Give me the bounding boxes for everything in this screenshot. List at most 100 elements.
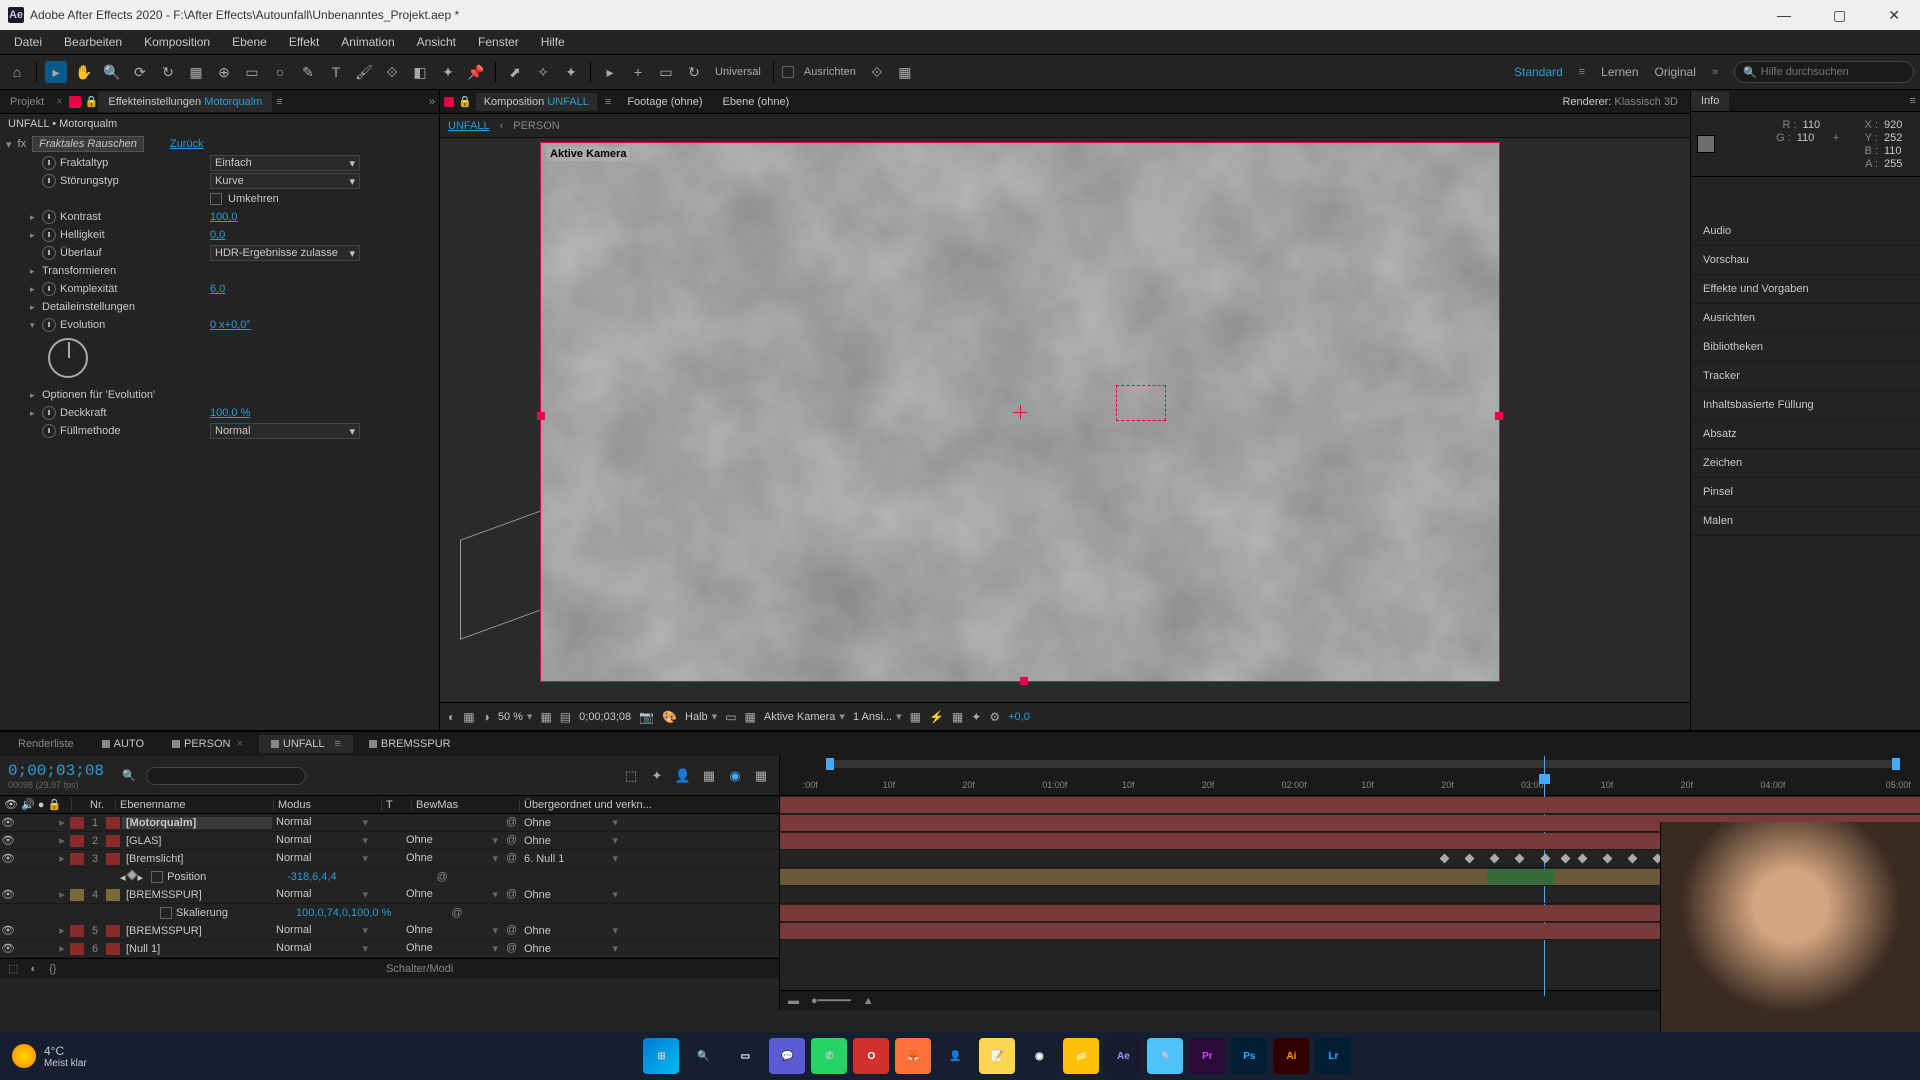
menu-komposition[interactable]: Komposition xyxy=(134,32,220,52)
track-matte-dropdown[interactable]: Ohne ▾ xyxy=(402,834,502,847)
zoom-in-icon[interactable]: ▲ xyxy=(863,995,874,1007)
parent-dropdown[interactable]: @Ohne ▾ xyxy=(502,888,622,902)
label-color[interactable] xyxy=(70,817,84,829)
fx-enable-icon[interactable]: fx xyxy=(18,138,27,150)
tab-ebene[interactable]: Ebene (ohne) xyxy=(715,93,798,111)
pin-icon[interactable] xyxy=(69,96,81,108)
guide-icon[interactable]: ▤ xyxy=(560,710,571,724)
twirl-icon[interactable]: ▸ xyxy=(30,284,42,295)
task-view-button[interactable]: ▭ xyxy=(727,1038,763,1074)
workspace-original[interactable]: Original xyxy=(1655,65,1696,79)
toggle-modes-icon[interactable]: ◐ xyxy=(30,963,37,975)
switch-modes-label[interactable]: Schalter/Modi xyxy=(386,963,453,975)
camera-tool[interactable]: ▦ xyxy=(185,61,207,83)
blend-mode-dropdown[interactable]: Normal ▾ xyxy=(272,924,372,937)
menu-hilfe[interactable]: Hilfe xyxy=(531,32,575,52)
twirl-icon[interactable]: ▸ xyxy=(56,942,68,955)
layer-row[interactable]: 👁 ▸ 5 [BREMSSPUR] Normal ▾ Ohne ▾ @Ohne … xyxy=(0,922,779,940)
timeline-icon[interactable]: ▦ xyxy=(952,710,963,724)
menu-animation[interactable]: Animation xyxy=(331,32,404,52)
menu-datei[interactable]: Datei xyxy=(4,32,52,52)
menu-fenster[interactable]: Fenster xyxy=(468,32,529,52)
panel-ausrichten[interactable]: Ausrichten xyxy=(1691,304,1920,333)
helligkeit-value[interactable]: 0,0 xyxy=(210,229,225,241)
orbit-tool[interactable]: ⟳ xyxy=(129,61,151,83)
snap-checkbox[interactable] xyxy=(782,66,794,78)
position-value[interactable]: -318,6,4,4 xyxy=(287,871,337,883)
label-color[interactable] xyxy=(70,943,84,955)
toggle-switches-icon[interactable]: ⬚ xyxy=(8,962,18,975)
anchor-point-icon[interactable] xyxy=(1013,405,1027,419)
close-button[interactable]: ✕ xyxy=(1876,5,1912,26)
time-ruler[interactable]: :00f10f20f01:00f10f20f02:00f10f20f03:00f… xyxy=(780,756,1920,796)
shape-ellipse-tool[interactable]: ○ xyxy=(269,61,291,83)
explorer-icon[interactable]: 📁 xyxy=(1063,1038,1099,1074)
twirl-icon[interactable]: ▸ xyxy=(30,212,42,223)
lock-icon[interactable]: 🔒 xyxy=(458,95,472,108)
layer-name[interactable]: [Motorqualm] xyxy=(122,817,272,829)
home-icon[interactable]: ⌂ xyxy=(6,61,28,83)
stopwatch-icon[interactable] xyxy=(42,406,56,420)
nav-tool-4[interactable]: ↻ xyxy=(683,61,705,83)
maximize-button[interactable]: ▢ xyxy=(1821,5,1858,26)
stopwatch-icon[interactable] xyxy=(42,424,56,438)
type-tool[interactable]: T xyxy=(325,61,347,83)
stopwatch-icon[interactable] xyxy=(42,174,56,188)
panel-malen[interactable]: Malen xyxy=(1691,507,1920,536)
visibility-toggle[interactable]: 👁 xyxy=(0,852,16,865)
canvas[interactable]: Aktive Kamera xyxy=(540,142,1500,682)
alpha-icon[interactable]: ◐ xyxy=(448,710,455,724)
panel-menu-icon[interactable]: ≡ xyxy=(1910,95,1916,107)
firefox-icon[interactable]: 🦊 xyxy=(895,1038,931,1074)
twirl-icon[interactable]: ▸ xyxy=(56,816,68,829)
track-matte-dropdown[interactable]: Ohne ▾ xyxy=(402,924,502,937)
brush-tool[interactable]: 🖌 xyxy=(353,61,375,83)
keyframe-toggle[interactable] xyxy=(126,869,137,880)
panel-vorschau[interactable]: Vorschau xyxy=(1691,246,1920,275)
views-dropdown[interactable]: 1 Ansi...▾ xyxy=(853,710,902,723)
kontrast-value[interactable]: 100,0 xyxy=(210,211,238,223)
panel-menu-icon[interactable]: ≡ xyxy=(276,96,282,108)
layer-row[interactable]: 👁 ▸ 6 [Null 1] Normal ▾ Ohne ▾ @Ohne ▾ xyxy=(0,940,779,958)
effect-twirl-icon[interactable]: ▾ xyxy=(6,138,12,151)
nav-tool-3[interactable]: ▭ xyxy=(655,61,677,83)
stopwatch-icon[interactable] xyxy=(42,318,56,332)
layer-name[interactable]: [GLAS] xyxy=(122,835,272,847)
nav-tool-2[interactable]: + xyxy=(627,61,649,83)
effect-name[interactable]: Fraktales Rauschen xyxy=(32,136,144,152)
work-area-start[interactable] xyxy=(826,758,834,770)
tl-tab-renderliste[interactable]: Renderliste xyxy=(6,735,86,753)
stopwatch-icon[interactable] xyxy=(160,907,172,919)
parent-dropdown[interactable]: @Ohne ▾ xyxy=(502,924,622,938)
stopwatch-icon[interactable] xyxy=(42,246,56,260)
rotate-tool[interactable]: ↻ xyxy=(157,61,179,83)
visibility-toggle[interactable]: 👁 xyxy=(0,924,16,937)
resolution-dropdown[interactable]: Halb▾ xyxy=(685,710,717,723)
pickwhip-icon[interactable]: @ xyxy=(506,816,520,830)
track-matte-dropdown[interactable]: Ohne ▾ xyxy=(402,888,502,901)
blend-mode-dropdown[interactable]: Normal ▾ xyxy=(272,852,372,865)
stopwatch-icon[interactable] xyxy=(42,156,56,170)
snap-edge-icon[interactable]: ▦ xyxy=(894,61,916,83)
help-search-input[interactable] xyxy=(1761,66,1905,78)
pen-tool[interactable]: ✎ xyxy=(297,61,319,83)
blend-mode-dropdown[interactable]: Normal ▾ xyxy=(272,816,372,829)
tab-footage[interactable]: Footage (ohne) xyxy=(619,93,710,111)
mask-icon[interactable]: ◑ xyxy=(483,710,490,724)
layer-name[interactable]: [Bremslicht] xyxy=(122,853,272,865)
tab-projekt[interactable]: Projekt xyxy=(0,92,54,112)
zoom-slider[interactable]: ●━━━━━ xyxy=(811,994,851,1007)
label-color[interactable] xyxy=(70,889,84,901)
after-effects-icon[interactable]: Ae xyxy=(1105,1038,1141,1074)
breadcrumb-person[interactable]: PERSON xyxy=(513,120,559,132)
layer-row[interactable]: 👁 ▸ 3 [Bremslicht] Normal ▾ Ohne ▾ @6. N… xyxy=(0,850,779,868)
label-color[interactable] xyxy=(70,853,84,865)
panel-overflow-icon[interactable]: » xyxy=(429,96,435,108)
search-button[interactable]: 🔍 xyxy=(685,1038,721,1074)
app-icon[interactable]: 📝 xyxy=(979,1038,1015,1074)
menu-ansicht[interactable]: Ansicht xyxy=(407,32,466,52)
work-area-end[interactable] xyxy=(1892,758,1900,770)
tab-close-icon[interactable]: × xyxy=(56,96,62,108)
track-matte-dropdown[interactable]: Ohne ▾ xyxy=(402,852,502,865)
premiere-icon[interactable]: Pr xyxy=(1189,1038,1225,1074)
